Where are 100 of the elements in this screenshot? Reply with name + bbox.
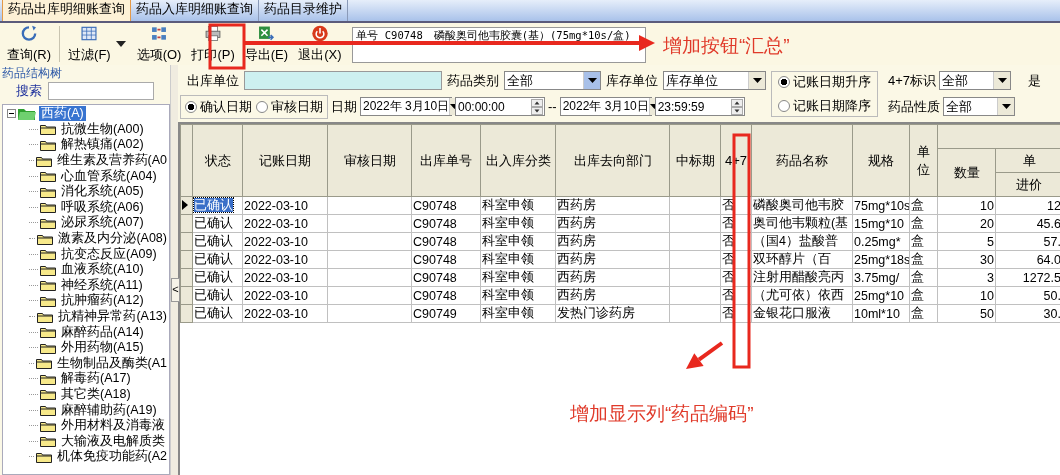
table-cell: 12	[1047, 198, 1060, 213]
tree-item[interactable]: 麻醉辅助药(A19)	[59, 402, 159, 418]
table-cell: 科室申领	[482, 306, 534, 320]
spinner-icon[interactable]	[730, 98, 743, 115]
table-cell: 50.	[1043, 288, 1060, 303]
toolbar-button[interactable]: 选项(O)	[131, 23, 187, 65]
search-field[interactable]	[48, 82, 154, 100]
tree-item[interactable]: 机体免疫功能药(A2	[54, 449, 169, 465]
radio-button[interactable]: 审核日期	[256, 97, 323, 116]
field-label: 库存单位	[606, 71, 658, 90]
column-header[interactable]: 数量	[937, 148, 996, 197]
tree-item[interactable]: 血液系统(A10)	[59, 262, 146, 278]
date-picker[interactable]: 2022年 3月10日	[360, 97, 452, 116]
folder-icon	[40, 435, 56, 448]
radio-button[interactable]: 确认日期	[185, 97, 252, 116]
column-header[interactable]: 审核日期	[327, 124, 412, 197]
tree-item[interactable]: 呼吸系统(A06)	[59, 199, 146, 215]
table-cell: 盒	[911, 252, 924, 266]
table-cell: 20	[980, 216, 994, 231]
table-cell: （尤可依）依西	[753, 288, 844, 302]
collapse-icon[interactable]	[7, 109, 16, 119]
table-cell: 盒	[911, 216, 924, 230]
tree-item[interactable]: 抗微生物(A00)	[59, 121, 146, 137]
tree-item[interactable]: 外用药物(A15)	[59, 340, 146, 356]
table-cell: 奥司他韦颗粒(基	[753, 216, 849, 230]
dropdown[interactable]: 全部	[943, 97, 1015, 116]
table-cell: 科室申领	[482, 234, 534, 248]
table-cell: 盒	[911, 234, 924, 248]
radio-button[interactable]: 记账日期降序	[778, 96, 871, 115]
tree-item[interactable]: 外用材料及消毒液	[59, 418, 167, 434]
spreadsheet-icon	[257, 25, 276, 42]
field-label: 药品类别	[447, 71, 499, 90]
table-cell: 2022-03-10	[244, 234, 308, 249]
tree-item[interactable]: 激素及内分泌(A08)	[56, 231, 169, 247]
input-field[interactable]	[244, 71, 442, 90]
tree-item[interactable]: 泌尿系统(A07)	[59, 215, 146, 231]
column-header[interactable]: 记账日期	[242, 124, 328, 197]
column-header[interactable]: 状态	[192, 124, 243, 197]
tree-item[interactable]: 大输液及电解质类	[59, 433, 167, 449]
column-header[interactable]: 中标期	[669, 124, 721, 197]
folder-icon	[35, 357, 52, 370]
tree-item[interactable]: 心血管系统(A04)	[59, 168, 159, 184]
radio-button[interactable]: 记账日期升序	[778, 72, 871, 91]
dropdown[interactable]: 全部	[504, 71, 601, 90]
spinner-icon[interactable]	[531, 98, 543, 115]
table-cell: 2022-03-10	[244, 252, 308, 267]
toolbar-button[interactable]: 查询(R)	[2, 23, 57, 65]
folder-icon	[18, 107, 36, 121]
column-header[interactable]: 单位	[909, 124, 938, 197]
tree-item[interactable]: 解毒药(A17)	[59, 371, 133, 387]
dropdown[interactable]: 库存单位	[663, 71, 766, 90]
tree-item[interactable]: 抗精神异常药(A13)	[56, 309, 169, 324]
folder-icon	[40, 341, 56, 354]
caret-icon[interactable]	[1001, 104, 1011, 109]
table-cell: 西药房	[557, 288, 596, 302]
time-spinner[interactable]: 00:00:00	[455, 97, 545, 116]
table-cell: 2022-03-10	[244, 270, 308, 285]
caret-icon[interactable]	[997, 78, 1007, 83]
caret-icon[interactable]	[587, 78, 597, 83]
tree-item[interactable]: 生物制品及酶类(A1	[54, 355, 169, 371]
column-header[interactable]: 出入库分类	[480, 124, 556, 197]
tree-item[interactable]: 抗变态反应(A09)	[59, 246, 159, 262]
toolbar-button[interactable]: 过滤(F)	[63, 23, 116, 65]
caret-icon[interactable]	[115, 41, 126, 47]
folder-icon	[40, 216, 56, 229]
table-cell: 2022-03-10	[244, 288, 308, 303]
folder-icon	[40, 294, 56, 307]
table-cell: 注射用醋酸亮丙	[753, 270, 844, 284]
field-label: 药品性质	[888, 97, 940, 116]
tree-item[interactable]: 维生素及营养药(A0	[54, 153, 169, 169]
folder-icon	[40, 388, 56, 401]
tab[interactable]: 药品入库明细账查询	[131, 0, 259, 21]
table-cell: 30	[980, 252, 994, 267]
table-cell: 已确认	[194, 216, 233, 230]
dropdown[interactable]: 全部	[939, 71, 1012, 90]
toolbar-button[interactable]: 导出(E)	[239, 23, 294, 65]
tree-item[interactable]: 消化系统(A05)	[59, 184, 146, 200]
tree-item[interactable]: 麻醉药品(A14)	[59, 324, 146, 340]
field-label: 日期	[331, 97, 357, 116]
annotation-text: 增加按钮“汇总”	[663, 34, 790, 58]
folder-icon	[40, 139, 56, 151]
tree-item[interactable]: 西药(A)	[39, 106, 86, 122]
field-label: 是	[1028, 71, 1042, 90]
tree-item[interactable]: 解热镇痛(A02)	[59, 137, 146, 153]
folder-icon	[40, 326, 56, 339]
tree-item[interactable]: 抗肿瘤药(A12)	[59, 293, 146, 309]
tab[interactable]: 药品目录维护	[259, 0, 348, 21]
column-header[interactable]: 规格	[852, 124, 910, 197]
toolbar-button[interactable]: 退出(X)	[293, 23, 347, 65]
tree-item[interactable]: 神经系统(A11)	[59, 277, 145, 293]
date-picker[interactable]: 2022年 3月10日	[559, 97, 652, 116]
column-header[interactable]: 药品名称	[751, 124, 853, 197]
table-cell: 10	[980, 288, 994, 303]
column-header[interactable]: 出库去向部门	[555, 124, 670, 197]
column-header[interactable]: 出库单号	[411, 124, 481, 197]
table-cell: C90748	[413, 252, 457, 267]
time-spinner[interactable]: 23:59:59	[654, 97, 745, 116]
tree-item[interactable]: 其它类(A18)	[59, 387, 133, 402]
tab[interactable]: 药品出库明细账查询	[2, 0, 131, 21]
caret-icon[interactable]	[752, 78, 762, 83]
